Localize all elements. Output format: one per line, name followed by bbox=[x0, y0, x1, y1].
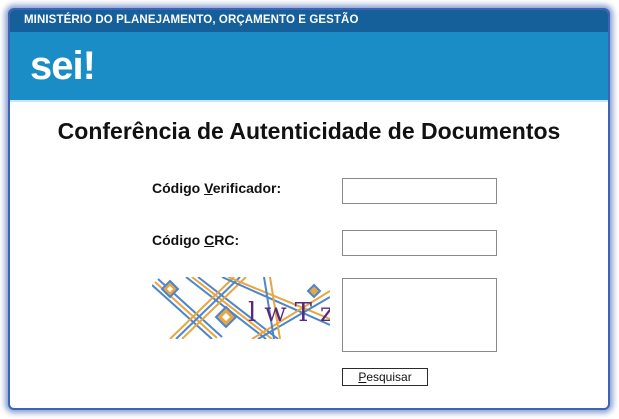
access-key: V bbox=[204, 180, 213, 196]
codigo-verificador-label: Código Verificador: bbox=[152, 180, 281, 196]
pesquisar-button[interactable]: Pesquisar bbox=[342, 368, 428, 386]
codigo-crc-input[interactable] bbox=[342, 230, 497, 256]
label-text: Código bbox=[152, 180, 205, 196]
ministry-bar: MINISTÉRIO DO PLANEJAMENTO, ORÇAMENTO E … bbox=[10, 10, 608, 32]
access-key: C bbox=[204, 232, 215, 248]
codigo-crc-label: Código CRC: bbox=[152, 232, 239, 248]
page-title: Conferência de Autenticidade de Document… bbox=[57, 118, 561, 144]
label-text: erificador: bbox=[212, 180, 282, 196]
window-frame: MINISTÉRIO DO PLANEJAMENTO, ORÇAMENTO E … bbox=[8, 8, 610, 410]
captcha-text: lwTz bbox=[248, 298, 330, 328]
brand-bar: sei! bbox=[10, 32, 608, 102]
sei-logo[interactable]: sei! bbox=[30, 32, 96, 100]
label-text: Código bbox=[152, 232, 205, 248]
logo-exclamation-mark: ! bbox=[82, 44, 96, 88]
captcha-image: lwTz bbox=[152, 277, 330, 339]
ministry-name: MINISTÉRIO DO PLANEJAMENTO, ORÇAMENTO E … bbox=[24, 14, 359, 26]
codigo-verificador-input[interactable] bbox=[342, 178, 497, 204]
logo-text: sei bbox=[30, 44, 84, 88]
captcha-answer-field[interactable] bbox=[342, 278, 497, 352]
label-text: RC: bbox=[214, 232, 240, 248]
button-label: esquisar bbox=[366, 370, 412, 384]
